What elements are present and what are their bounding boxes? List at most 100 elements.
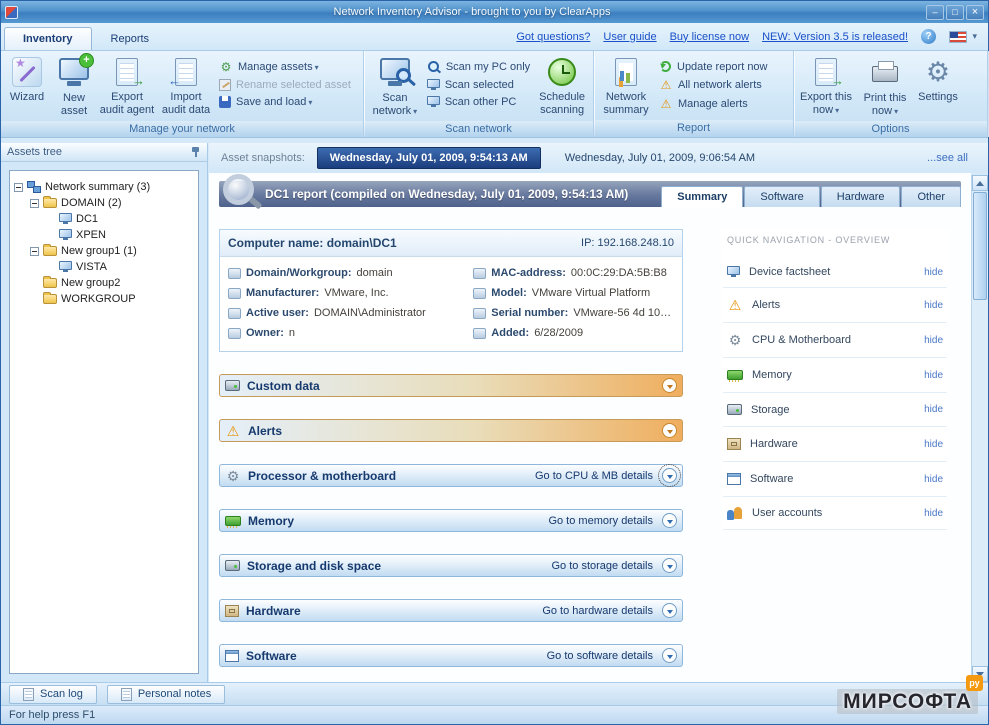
scan-my-pc-button[interactable]: Scan my PC only xyxy=(427,60,530,74)
tree-item-xpen[interactable]: XPEN xyxy=(14,227,194,243)
close-button[interactable] xyxy=(966,5,984,20)
scan-log-tab[interactable]: Scan log xyxy=(9,685,97,704)
update-report-button[interactable]: Update report now xyxy=(659,60,768,73)
collapse-chevron-icon[interactable] xyxy=(662,648,677,663)
qnav-item-user-accounts[interactable]: User accounts hide xyxy=(723,497,947,530)
hide-link[interactable]: hide xyxy=(924,300,943,311)
all-network-alerts-button[interactable]: All network alerts xyxy=(659,78,768,92)
scan-other-pc-button[interactable]: Scan other PC xyxy=(427,96,530,108)
tab-summary[interactable]: Summary xyxy=(661,186,743,207)
hide-link[interactable]: hide xyxy=(924,439,943,450)
print-this-now-button[interactable]: Print this now xyxy=(856,54,914,121)
tree-item-dc1[interactable]: DC1 xyxy=(14,211,194,227)
collapse-chevron-icon[interactable] xyxy=(662,513,677,528)
tab-other[interactable]: Other xyxy=(901,186,961,207)
tab-inventory[interactable]: Inventory xyxy=(4,27,92,50)
network-summary-button[interactable]: Network summary xyxy=(597,54,655,120)
new-asset-button[interactable]: New asset xyxy=(51,54,97,121)
qnav-item-hardware[interactable]: Hardware hide xyxy=(723,427,947,462)
snapshot-button-other[interactable]: Wednesday, July 01, 2009, 9:06:54 AM xyxy=(553,148,767,168)
go-to-cpu-details-link[interactable]: Go to CPU & MB details xyxy=(535,470,653,482)
collapse-expander-icon[interactable] xyxy=(14,183,23,192)
scan-log-icon xyxy=(23,688,34,701)
section-alerts[interactable]: Alerts xyxy=(219,419,683,442)
section-storage[interactable]: Storage and disk space Go to storage det… xyxy=(219,554,683,577)
see-all-link[interactable]: ...see all xyxy=(927,152,976,164)
scroll-up-button[interactable] xyxy=(972,175,988,191)
link-user-guide[interactable]: User guide xyxy=(603,31,656,43)
section-memory[interactable]: Memory Go to memory details xyxy=(219,509,683,532)
section-software[interactable]: Software Go to software details xyxy=(219,644,683,667)
field-model: Model:VMware Virtual Platform xyxy=(473,287,674,299)
collapse-expander-icon[interactable] xyxy=(30,247,39,256)
help-icon[interactable] xyxy=(921,29,936,44)
collapse-chevron-icon[interactable] xyxy=(662,603,677,618)
scan-network-icon xyxy=(380,58,410,80)
collapse-chevron-icon[interactable] xyxy=(662,558,677,573)
export-audit-agent-button[interactable]: Export audit agent xyxy=(98,54,156,121)
maximize-button[interactable] xyxy=(946,5,964,20)
personal-notes-tab[interactable]: Personal notes xyxy=(107,685,225,704)
language-flag-icon[interactable] xyxy=(949,31,967,43)
storage-icon xyxy=(225,560,240,571)
tree-item-new-group2[interactable]: New group2 xyxy=(14,275,194,291)
tree-item-network-summary[interactable]: Network summary (3) xyxy=(14,179,194,195)
hide-link[interactable]: hide xyxy=(924,335,943,346)
scan-network-button[interactable]: Scan network xyxy=(367,54,423,121)
vertical-scrollbar[interactable] xyxy=(971,175,988,682)
collapse-chevron-icon[interactable] xyxy=(662,423,677,438)
collapse-expander-icon[interactable] xyxy=(30,199,39,208)
scan-selected-button[interactable]: Scan selected xyxy=(427,79,530,91)
section-processor-motherboard[interactable]: Processor & motherboard Go to CPU & MB d… xyxy=(219,464,683,487)
pin-icon[interactable] xyxy=(191,146,201,158)
export-this-now-button[interactable]: Export this now xyxy=(797,54,855,121)
manage-alerts-button[interactable]: Manage alerts xyxy=(659,97,768,111)
manage-assets-button[interactable]: Manage assets xyxy=(219,60,351,74)
snapshot-button-selected[interactable]: Wednesday, July 01, 2009, 9:54:13 AM xyxy=(317,147,541,169)
section-custom-data[interactable]: Custom data xyxy=(219,374,683,397)
wizard-button[interactable]: Wizard xyxy=(4,54,50,121)
tree-item-domain[interactable]: DOMAIN (2) xyxy=(14,195,194,211)
report-content: DC1 report (compiled on Wednesday, July … xyxy=(209,173,971,682)
schedule-scanning-button[interactable]: Schedule scanning xyxy=(534,54,590,121)
qnav-item-storage[interactable]: Storage hide xyxy=(723,393,947,427)
tab-reports[interactable]: Reports xyxy=(92,27,169,50)
computer-icon xyxy=(727,266,740,275)
tree-item-new-group1[interactable]: New group1 (1) xyxy=(14,243,194,259)
qnav-item-device-factsheet[interactable]: Device factsheet hide xyxy=(723,257,947,288)
settings-button[interactable]: Settings xyxy=(915,54,961,121)
qnav-item-cpu-motherboard[interactable]: CPU & Motherboard hide xyxy=(723,323,947,358)
qnav-item-alerts[interactable]: Alerts hide xyxy=(723,288,947,323)
hide-link[interactable]: hide xyxy=(924,474,943,485)
save-and-load-button[interactable]: Save and load xyxy=(219,96,351,108)
hide-link[interactable]: hide xyxy=(924,404,943,415)
report-title: DC1 report (compiled on Wednesday, July … xyxy=(265,187,628,201)
section-title: Custom data xyxy=(247,379,320,393)
collapse-chevron-icon[interactable] xyxy=(662,468,677,483)
section-title: Processor & motherboard xyxy=(248,469,396,483)
rename-asset-button[interactable]: Rename selected asset xyxy=(219,79,351,91)
link-buy-license[interactable]: Buy license now xyxy=(670,31,750,43)
go-to-software-details-link[interactable]: Go to software details xyxy=(547,650,653,662)
tab-software[interactable]: Software xyxy=(744,186,819,207)
tree-item-workgroup[interactable]: WORKGROUP xyxy=(14,291,194,307)
qnav-item-memory[interactable]: Memory hide xyxy=(723,358,947,393)
personal-notes-label: Personal notes xyxy=(138,688,211,700)
collapse-chevron-icon[interactable] xyxy=(662,378,677,393)
hide-link[interactable]: hide xyxy=(924,370,943,381)
section-hardware[interactable]: Hardware Go to hardware details xyxy=(219,599,683,622)
minimize-button[interactable] xyxy=(926,5,944,20)
import-audit-data-button[interactable]: Import audit data xyxy=(157,54,215,121)
hide-link[interactable]: hide xyxy=(924,267,943,278)
qnav-item-software[interactable]: Software hide xyxy=(723,462,947,497)
go-to-storage-details-link[interactable]: Go to storage details xyxy=(551,560,653,572)
link-got-questions[interactable]: Got questions? xyxy=(516,31,590,43)
link-new-version[interactable]: NEW: Version 3.5 is released! xyxy=(762,31,908,43)
go-to-memory-details-link[interactable]: Go to memory details xyxy=(548,515,653,527)
go-to-hardware-details-link[interactable]: Go to hardware details xyxy=(542,605,653,617)
tree-item-vista[interactable]: VISTA xyxy=(14,259,194,275)
scrollbar-thumb[interactable] xyxy=(973,192,987,300)
tab-hardware[interactable]: Hardware xyxy=(821,186,901,207)
hide-link[interactable]: hide xyxy=(924,508,943,519)
section-title: Alerts xyxy=(248,424,282,438)
